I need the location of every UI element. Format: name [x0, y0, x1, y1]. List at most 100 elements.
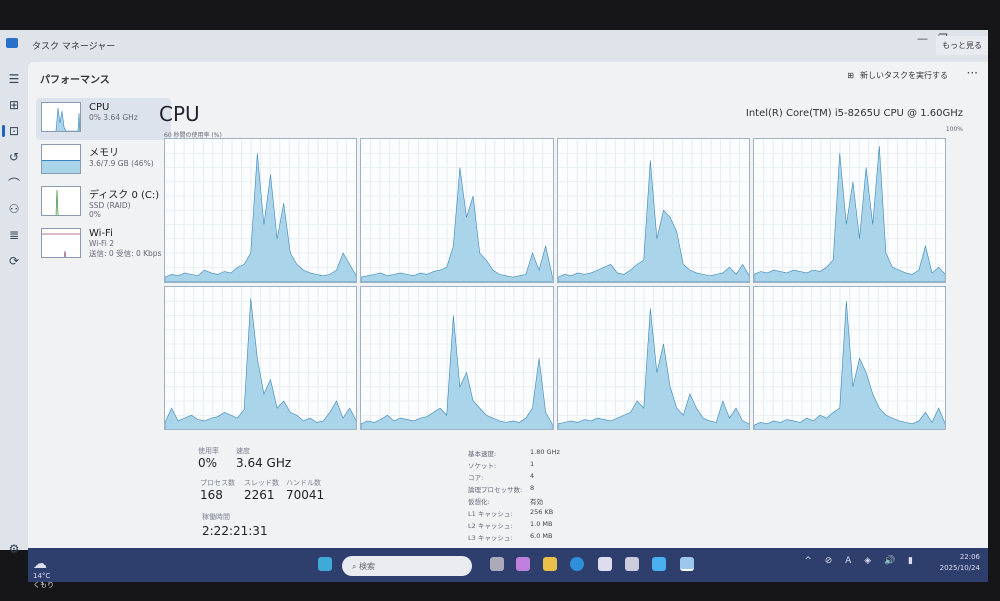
spec-row: 論理プロセッサ数: 8	[468, 484, 534, 494]
graph-max-label: 100%	[945, 126, 963, 133]
time: 22:06	[959, 553, 980, 561]
cpu-core-graphs	[164, 138, 946, 430]
handles-value: 70041	[286, 488, 325, 502]
users-icon[interactable]: ⚇	[0, 196, 28, 222]
spec-row: 仮想化: 有効	[468, 496, 543, 506]
system-tray[interactable]: ^ ⊘ A ◈ 🔊 ▮	[804, 556, 918, 566]
task-manager-window: タスク マネージャー — ❐ もっと見る ☰ ⊞ ⊡ ↺ ⌒ ⚇ ≣ ⟳ ⚙ パ…	[0, 30, 988, 556]
more-options-button[interactable]: ···	[967, 66, 978, 80]
spec-row: ソケット: 1	[468, 460, 534, 470]
item-sub: 0% 3.64 GHz	[89, 113, 138, 122]
usage-label: 使用率	[198, 447, 219, 455]
item-sub2: 送信: 0 受信: 0 Kbps	[89, 249, 162, 258]
spec-value: 256 KB	[530, 508, 554, 516]
speed-value: 3.64 GHz	[236, 456, 292, 470]
search-placeholder: 検索	[359, 562, 376, 571]
performance-icon[interactable]: ⊡	[0, 118, 28, 144]
cpu-model: Intel(R) Core(TM) i5-8265U CPU @ 1.60GHz	[745, 108, 963, 119]
processes-label: プロセス数	[200, 479, 235, 487]
sidebar-item-memory[interactable]: メモリ 3.6/7.9 GB (46%)	[36, 140, 171, 182]
spec-key: ソケット:	[468, 462, 497, 470]
cpu-thumbnail	[41, 102, 81, 132]
item-sub2: 0%	[89, 210, 101, 219]
search-box[interactable]: ⌕ 検索	[342, 556, 472, 576]
spec-key: コア:	[468, 474, 484, 482]
core-graph-5	[360, 285, 554, 430]
spec-value: 1	[530, 460, 535, 468]
core-graph-1	[360, 138, 554, 283]
cloud-icon: ☁	[33, 556, 47, 572]
spec-value: 4	[530, 472, 535, 480]
weather-text: くもり	[33, 581, 54, 589]
nav-rail: ☰ ⊞ ⊡ ↺ ⌒ ⚇ ≣ ⟳ ⚙	[0, 66, 28, 556]
spec-row: コア: 4	[468, 472, 534, 482]
settings-icon[interactable]: ⚙	[0, 536, 28, 562]
sidebar-item-cpu[interactable]: CPU 0% 3.64 GHz	[36, 98, 171, 140]
spec-key: 論理プロセッサ数:	[468, 486, 523, 494]
new-task-button[interactable]: ⊞ 新しいタスクを実行する	[847, 70, 948, 81]
page-title: パフォーマンス	[40, 75, 110, 86]
item-name: ディスク 0 (C:)	[89, 190, 160, 201]
date: 2025/10/24	[939, 564, 980, 572]
item-sub: 3.6/7.9 GB (46%)	[89, 159, 154, 168]
copilot-icon[interactable]	[516, 557, 530, 571]
cpu-heading: CPU	[159, 102, 200, 126]
spec-key: 基本速度:	[468, 450, 497, 458]
uptime-value: 2:22:21:31	[202, 524, 268, 538]
core-graph-3	[752, 138, 946, 283]
wifi-thumbnail	[41, 228, 81, 258]
store-icon[interactable]	[598, 557, 612, 571]
core-graph-4	[164, 285, 358, 430]
start-button[interactable]	[318, 557, 332, 571]
new-task-label: 新しいタスクを実行する	[860, 71, 948, 80]
speed-label: 速度	[236, 447, 250, 455]
core-graph-0	[164, 138, 358, 283]
uptime-label: 稼働時間	[202, 513, 230, 521]
spec-row: L1 キャッシュ: 256 KB	[468, 508, 553, 518]
services-icon[interactable]: ⟳	[0, 248, 28, 274]
app-icon	[6, 38, 18, 48]
notepad-icon[interactable]	[625, 557, 639, 571]
threads-value: 2261	[244, 488, 275, 502]
spec-key: L2 キャッシュ:	[468, 522, 513, 530]
spec-value: 6.0 MB	[530, 532, 553, 540]
item-sub: Wi-Fi 2	[89, 239, 115, 248]
spec-key: L1 キャッシュ:	[468, 510, 513, 518]
core-graph-6	[556, 285, 750, 430]
see-more-button[interactable]: もっと見る	[936, 36, 988, 55]
disk-thumbnail	[41, 186, 81, 216]
usage-value: 0%	[198, 456, 218, 470]
spec-value: 1.0 MB	[530, 520, 553, 528]
clock[interactable]: 22:06 2025/10/24	[940, 552, 980, 574]
file-explorer-icon[interactable]	[543, 557, 557, 571]
spec-row: L3 キャッシュ: 6.0 MB	[468, 532, 552, 542]
edge-icon[interactable]	[570, 557, 584, 571]
handles-label: ハンドル数	[286, 479, 321, 487]
details-icon[interactable]: ≣	[0, 222, 28, 248]
startup-apps-icon[interactable]: ⌒	[0, 170, 28, 196]
task-view-icon[interactable]	[490, 557, 504, 571]
sidebar-item-disk[interactable]: ディスク 0 (C:) SSD (RAID) 0%	[36, 182, 171, 224]
weather-widget[interactable]: ☁ 14°C くもり	[33, 556, 54, 590]
resource-list: CPU 0% 3.64 GHz メモリ 3.6/7.9 GB (46%) ディスク …	[36, 98, 171, 266]
spec-value: 8	[530, 484, 535, 492]
spec-value: 有効	[530, 498, 543, 506]
spec-value: 1.80 GHz	[530, 448, 560, 456]
item-name: Wi-Fi	[89, 228, 113, 239]
item-sub: SSD (RAID)	[89, 201, 131, 210]
spec-row: L2 キャッシュ: 1.0 MB	[468, 520, 552, 530]
memory-thumbnail	[41, 144, 81, 174]
taskbar: ☁ 14°C くもり ⌕ 検索 ^ ⊘ A ◈ 🔊 ▮ 22:06 2025/10/2…	[28, 548, 988, 589]
zoom-icon[interactable]	[652, 557, 666, 571]
new-task-icon: ⊞	[847, 71, 854, 80]
app-history-icon[interactable]: ↺	[0, 144, 28, 170]
sidebar-item-wifi[interactable]: Wi-Fi Wi-Fi 2 送信: 0 受信: 0 Kbps	[36, 224, 171, 266]
task-manager-taskbar-icon[interactable]	[680, 557, 694, 571]
hamburger-menu-icon[interactable]: ☰	[0, 66, 28, 92]
processes-icon[interactable]: ⊞	[0, 92, 28, 118]
minimize-button[interactable]: —	[917, 32, 928, 45]
core-graph-2	[556, 138, 750, 283]
item-name: メモリ	[89, 148, 119, 159]
item-name: CPU	[89, 102, 110, 113]
spec-key: 仮想化:	[468, 498, 490, 506]
